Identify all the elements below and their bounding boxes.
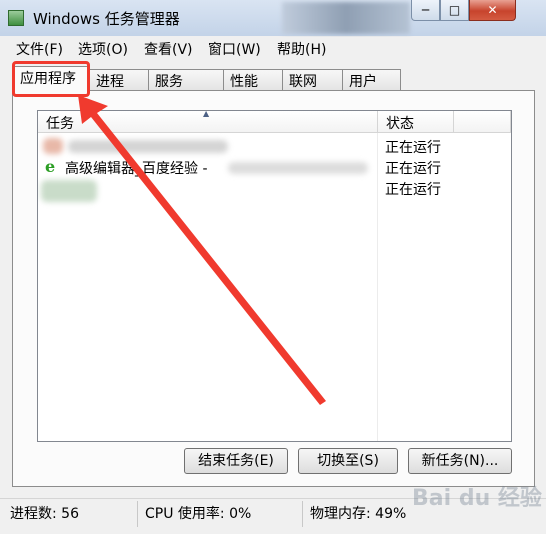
annotation-arrow: [78, 95, 326, 405]
task-manager-window: Windows 任务管理器 ─ □ ✕ 文件(F) 选项(O) 查看(V) 窗口…: [0, 0, 546, 534]
annotation-arrow-shape: [78, 95, 326, 405]
